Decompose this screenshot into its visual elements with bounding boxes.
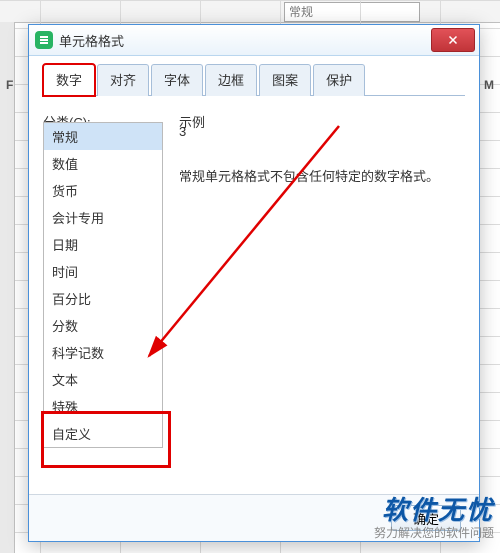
category-item-11[interactable]: 自定义 (44, 420, 162, 447)
category-item-3[interactable]: 会计专用 (44, 204, 162, 231)
category-item-8[interactable]: 科学记数 (44, 339, 162, 366)
ok-button[interactable]: 确定 (391, 505, 461, 531)
category-item-5[interactable]: 时间 (44, 258, 162, 285)
category-item-0[interactable]: 常规 (44, 123, 162, 150)
example-value: 3 (179, 124, 186, 139)
category-item-6[interactable]: 百分比 (44, 285, 162, 312)
format-description: 常规单元格格式不包含任何特定的数字格式。 (179, 166, 465, 185)
close-icon (447, 34, 459, 46)
row-gutter (0, 22, 15, 553)
tab-5[interactable]: 保护 (313, 64, 365, 96)
category-item-10[interactable]: 特殊 (44, 393, 162, 420)
tab-1[interactable]: 对齐 (97, 64, 149, 96)
dialog-body: 数字对齐字体边框图案保护 分类(C): 示例 3 常规数值货币会计专用日期时间百… (29, 56, 479, 541)
dialog-titlebar: 单元格格式 (29, 25, 479, 56)
category-item-2[interactable]: 货币 (44, 177, 162, 204)
dialog-footer: 确定 (29, 494, 479, 541)
tab-2[interactable]: 字体 (151, 64, 203, 96)
category-item-4[interactable]: 日期 (44, 231, 162, 258)
column-header-M[interactable]: M (484, 78, 494, 92)
app-icon (35, 31, 53, 49)
tab-3[interactable]: 边框 (205, 64, 257, 96)
cell-format-dialog: 单元格格式 数字对齐字体边框图案保护 分类(C): 示例 3 常规数值货币会计专… (28, 24, 480, 542)
category-item-1[interactable]: 数值 (44, 150, 162, 177)
category-item-9[interactable]: 文本 (44, 366, 162, 393)
tab-4[interactable]: 图案 (259, 64, 311, 96)
dialog-title: 单元格格式 (59, 31, 124, 50)
tab-0[interactable]: 数字 (43, 64, 95, 96)
column-header-F[interactable]: F (6, 78, 13, 92)
tab-strip: 数字对齐字体边框图案保护 (43, 64, 465, 96)
close-button[interactable] (431, 28, 475, 52)
category-item-7[interactable]: 分数 (44, 312, 162, 339)
category-listbox[interactable]: 常规数值货币会计专用日期时间百分比分数科学记数文本特殊自定义 (43, 122, 163, 448)
